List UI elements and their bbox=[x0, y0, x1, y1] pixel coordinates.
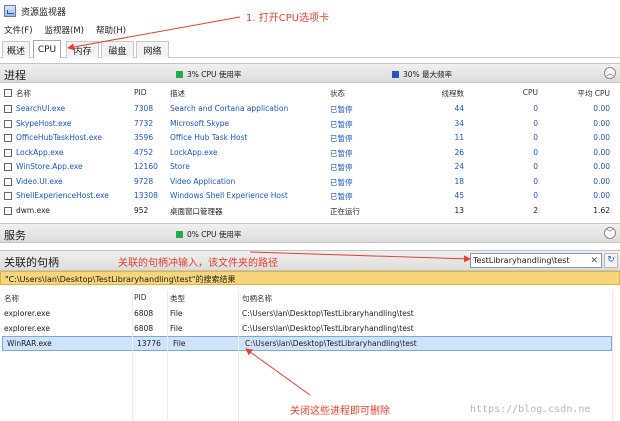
watermark: https://blog.csdn.ne bbox=[470, 404, 591, 415]
annotation-close-processes: 关闭这些进程即可删除 bbox=[290, 406, 390, 417]
annotation-arrow-rows bbox=[245, 348, 311, 396]
annotation-input-path: 关联的句柄冲输入，该文件夹的路径 bbox=[118, 258, 278, 269]
annotation-open-cpu-tab: 1. 打开CPU选项卡 bbox=[246, 13, 330, 24]
annotation-arrow-tab bbox=[67, 16, 241, 51]
annotation-overlay bbox=[67, 16, 471, 396]
annotation-arrow-search bbox=[249, 251, 471, 263]
